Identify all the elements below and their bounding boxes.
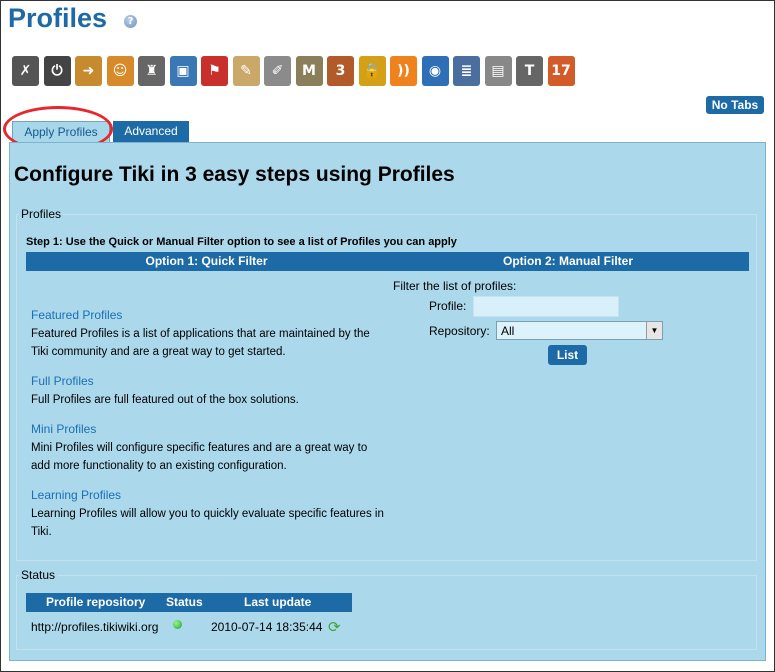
text-icon[interactable]: T [516, 56, 543, 86]
rss-icon[interactable]: )) [390, 56, 417, 86]
globe-icon[interactable]: ◉ [421, 56, 449, 86]
repository-select[interactable]: All ▼ [496, 321, 663, 340]
articles-icon[interactable]: ≣ [453, 56, 480, 86]
look-icon[interactable]: ▣ [169, 56, 197, 86]
option2-header: Option 2: Manual Filter [387, 252, 749, 271]
chevron-down-icon[interactable]: ▼ [646, 322, 662, 339]
calendar-icon[interactable]: 17 [547, 56, 575, 86]
col-last-update: Last update [244, 595, 312, 609]
last-update-value: 2010-07-14 18:35:44 [211, 620, 323, 634]
profile-input[interactable] [473, 296, 619, 317]
tools-icon[interactable]: ✗ [12, 56, 39, 86]
status-table-header: Profile repository Status Last update [26, 593, 352, 612]
col-status: Status [166, 595, 203, 609]
power-icon[interactable]: ⏻ [43, 56, 71, 86]
no-tabs-button[interactable]: No Tabs [706, 96, 764, 114]
repository-selected-value: All [501, 324, 515, 338]
login-icon[interactable]: ➜ [75, 56, 102, 86]
calendar-hourglass-icon[interactable]: 3 [327, 56, 354, 86]
full-profiles-desc: Full Profiles are full featured out of t… [31, 394, 299, 406]
mail-icon[interactable]: M [295, 56, 323, 86]
main-heading: Configure Tiki in 3 easy steps using Pro… [14, 163, 455, 186]
page-title: Profiles [8, 3, 108, 33]
repository-url: http://profiles.tikiwiki.org [31, 620, 159, 634]
profiles-legend: Profiles [21, 207, 62, 221]
edit-icon[interactable]: ✐ [264, 56, 291, 86]
silhouette-icon[interactable]: ♜ [138, 56, 165, 86]
mini-profiles-desc: Mini Profiles will configure specific fe… [31, 442, 368, 472]
users-icon[interactable]: ☺ [106, 56, 134, 86]
help-icon[interactable]: ? [124, 15, 137, 28]
tab-advanced[interactable]: Advanced [113, 121, 189, 142]
mini-profiles-link[interactable]: Mini Profiles [31, 422, 96, 436]
learning-profiles-desc: Learning Profiles will allow you to quic… [31, 508, 384, 538]
col-profile-repository: Profile repository [46, 595, 146, 609]
full-profiles-link[interactable]: Full Profiles [31, 374, 94, 388]
repository-label: Repository: [429, 324, 490, 338]
option1-header: Option 1: Quick Filter [26, 252, 387, 271]
featured-profiles-link[interactable]: Featured Profiles [31, 308, 122, 322]
learning-profiles-link[interactable]: Learning Profiles [31, 488, 121, 502]
flag-icon[interactable]: ⚑ [201, 56, 228, 86]
status-legend: Status [21, 568, 56, 582]
list-button[interactable]: List [548, 345, 587, 365]
refresh-icon[interactable]: ⟳ [328, 620, 341, 635]
profile-label: Profile: [429, 299, 467, 313]
featured-profiles-desc: Featured Profiles is a list of applicati… [31, 328, 370, 358]
notepad-icon[interactable]: ✎ [232, 56, 260, 86]
lock-icon[interactable]: 🔒 [358, 56, 386, 86]
filter-label: Filter the list of profiles: [393, 279, 517, 293]
files-icon[interactable]: ▤ [484, 56, 512, 86]
step1-instructions: Step 1: Use the Quick or Manual Filter o… [26, 236, 457, 248]
status-ok-icon [173, 620, 182, 629]
